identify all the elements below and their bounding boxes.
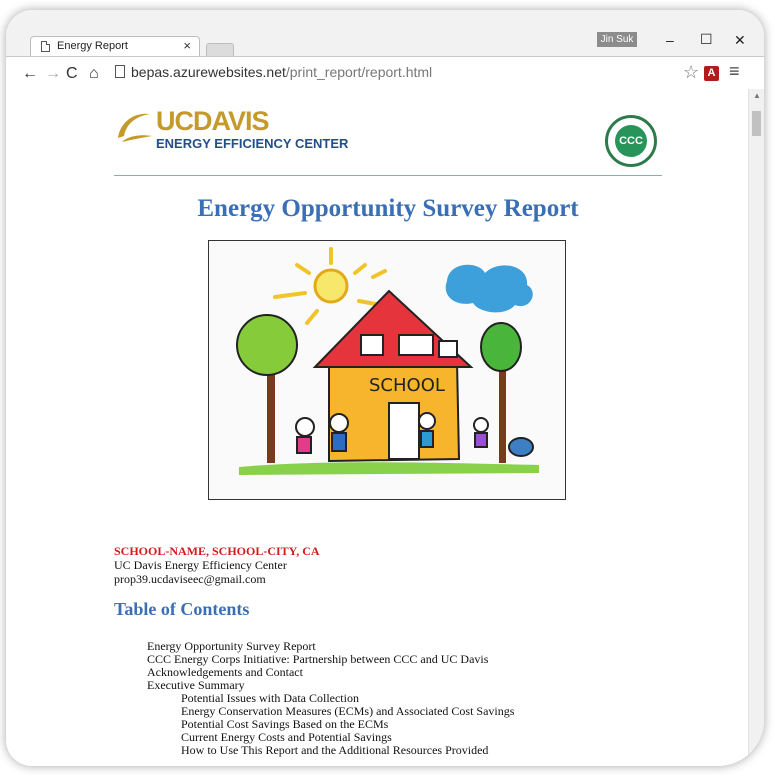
logo-uc: UC <box>156 106 194 136</box>
back-arrow-icon[interactable]: ← <box>22 65 38 83</box>
bookmark-star-icon[interactable]: ☆ <box>683 62 699 83</box>
org-name: UC Davis Energy Efficiency Center <box>114 558 287 572</box>
logo-davis: DAVIS <box>193 106 270 136</box>
school-drawing-svg: SCHOOL <box>236 247 539 475</box>
url-path: /print_report/report.html <box>285 64 433 80</box>
browser-window: Energy Report × Jin Suk – ☐ ✕ ← → C ⌂ be… <box>6 10 764 766</box>
minimize-button[interactable]: – <box>666 32 674 48</box>
tab-title: Energy Report <box>57 40 128 52</box>
close-window-button[interactable]: ✕ <box>734 32 746 49</box>
vertical-scrollbar[interactable]: ▲ <box>748 89 764 766</box>
school-drawing-image: SCHOOL <box>208 240 566 500</box>
logo-uc-davis: UCDAVIS <box>156 106 270 137</box>
contact-email[interactable]: prop39.ucdaviseec@gmail.com <box>114 572 320 586</box>
new-tab-button[interactable] <box>206 43 234 57</box>
logo-swoosh-icon <box>118 113 152 142</box>
browser-toolbar: ← → C ⌂ bepas.azurewebsites.net/print_re… <box>6 56 764 90</box>
pdf-extension-icon[interactable]: A <box>704 66 719 81</box>
toc-subitem[interactable]: How to Use This Report and the Additiona… <box>147 744 514 757</box>
menu-icon[interactable]: ≡ <box>729 61 740 82</box>
drawing-school-label: SCHOOL <box>369 375 445 396</box>
tab-close-button[interactable]: × <box>183 38 191 53</box>
document-icon <box>41 41 50 52</box>
ccc-seal-logo: CCC <box>605 115 657 167</box>
ucdavis-eec-logo: UCDAVIS ENERGY EFFICIENCY CENTER <box>114 106 364 151</box>
url-host: bepas.azurewebsites.net <box>131 64 286 80</box>
school-contact: SCHOOL-NAME, SCHOOL-CITY, CA UC Davis En… <box>114 544 320 586</box>
logo-subtitle: ENERGY EFFICIENCY CENTER <box>156 136 349 151</box>
maximize-button[interactable]: ☐ <box>700 31 713 48</box>
user-badge[interactable]: Jin Suk <box>597 32 637 47</box>
page-viewport: UCDAVIS ENERGY EFFICIENCY CENTER CCC Ene… <box>6 89 764 766</box>
toc-heading: Table of Contents <box>114 599 250 619</box>
reload-icon[interactable]: C <box>66 65 78 83</box>
header-divider <box>114 175 662 176</box>
table-of-contents: Energy Opportunity Survey Report CCC Ene… <box>147 640 514 757</box>
forward-arrow-icon[interactable]: → <box>45 65 61 83</box>
tab-energy-report[interactable]: Energy Report × <box>30 36 200 56</box>
address-bar[interactable]: bepas.azurewebsites.net/print_report/rep… <box>131 64 432 80</box>
school-name: SCHOOL-NAME, SCHOOL-CITY, CA <box>114 544 320 558</box>
home-icon[interactable]: ⌂ <box>89 65 99 83</box>
scroll-up-arrow-icon[interactable]: ▲ <box>753 91 761 100</box>
ccc-seal-text: CCC <box>615 125 647 157</box>
page-title: Energy Opportunity Survey Report <box>197 195 579 222</box>
title-bar: Energy Report × Jin Suk – ☐ ✕ <box>6 10 764 57</box>
scroll-thumb[interactable] <box>752 111 761 136</box>
page-icon <box>115 65 125 78</box>
